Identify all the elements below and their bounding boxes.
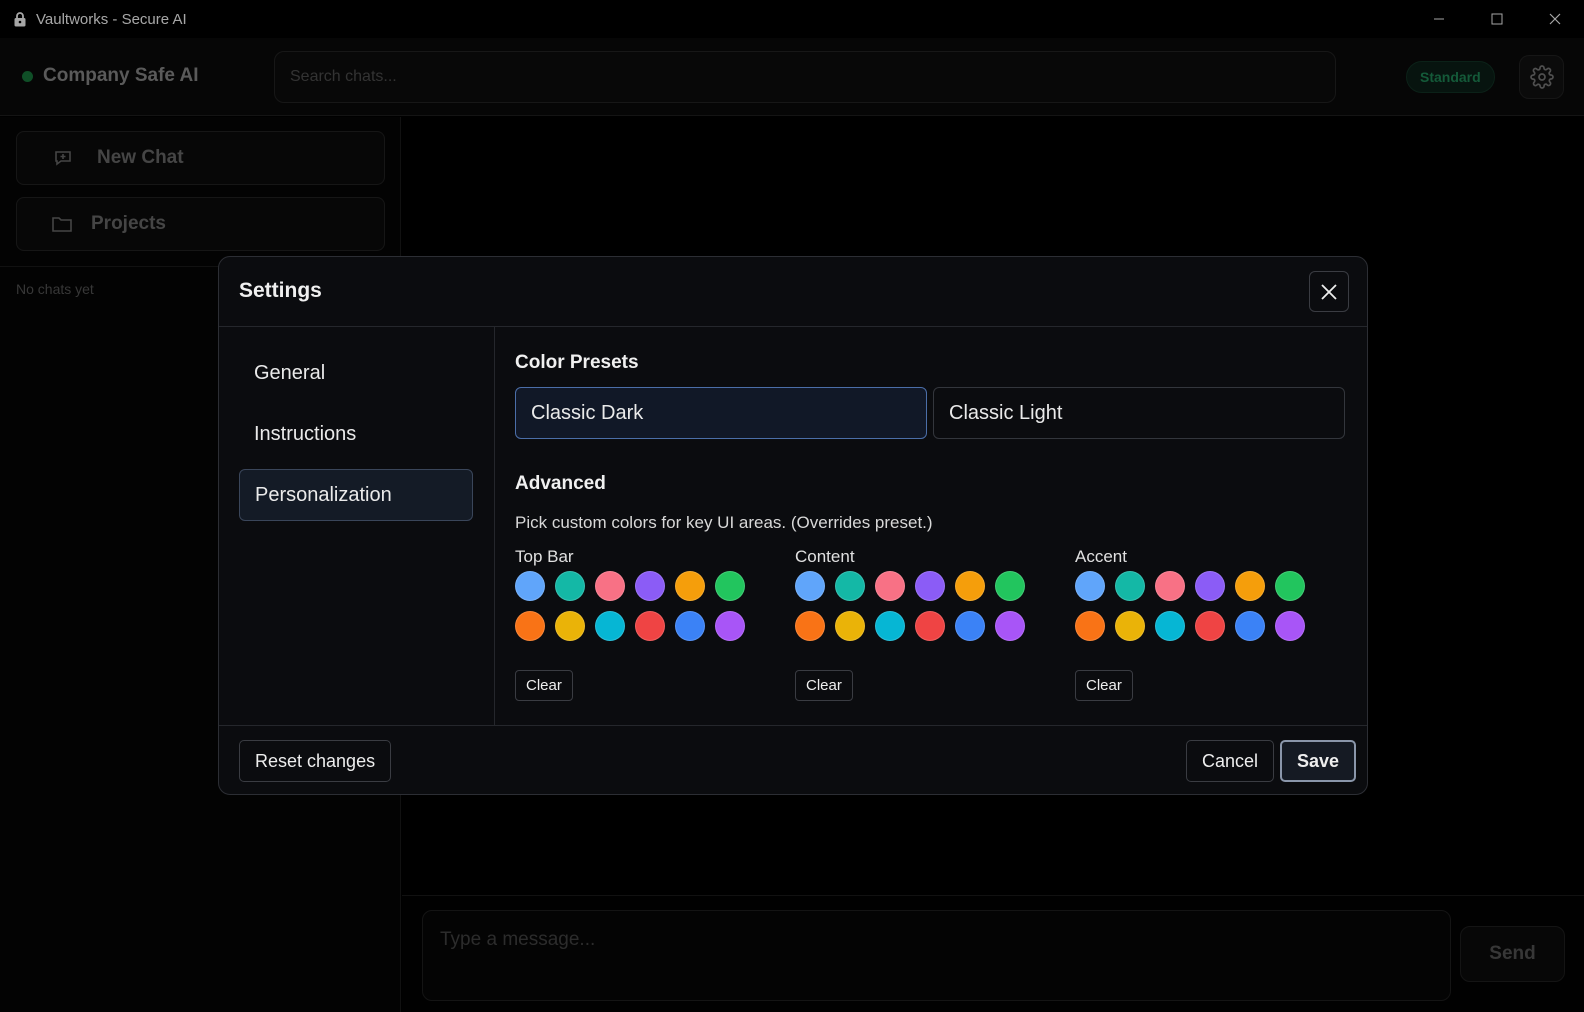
color-swatch[interactable]: [795, 611, 825, 641]
preset-classic-dark[interactable]: Classic Dark: [515, 387, 927, 439]
color-group-top-bar: Top Bar Clear: [515, 547, 765, 717]
color-swatch[interactable]: [875, 611, 905, 641]
nav-personalization[interactable]: Personalization: [239, 469, 473, 521]
color-swatch[interactable]: [795, 571, 825, 601]
color-swatch[interactable]: [515, 571, 545, 601]
nav-instructions[interactable]: Instructions: [239, 408, 473, 460]
group-label: Top Bar: [515, 547, 574, 566]
close-dialog-button[interactable]: [1309, 271, 1349, 312]
advanced-description: Pick custom colors for key UI areas. (Ov…: [515, 513, 933, 532]
clear-content-button[interactable]: Clear: [795, 670, 853, 701]
color-presets-heading: Color Presets: [515, 352, 639, 373]
color-swatch[interactable]: [675, 611, 705, 641]
dialog-footer: Reset changes Cancel Save: [219, 725, 1367, 794]
preset-classic-light[interactable]: Classic Light: [933, 387, 1345, 439]
color-swatch[interactable]: [1275, 571, 1305, 601]
color-swatch[interactable]: [1195, 611, 1225, 641]
color-swatch[interactable]: [875, 571, 905, 601]
color-swatch[interactable]: [1075, 611, 1105, 641]
color-group-content: Content Clear: [795, 547, 1045, 717]
color-swatch[interactable]: [915, 571, 945, 601]
group-label: Content: [795, 547, 855, 566]
dialog-title: Settings: [239, 279, 322, 302]
nav-general[interactable]: General: [239, 347, 473, 399]
settings-nav: General Instructions Personalization: [219, 327, 495, 725]
settings-dialog: Settings General Instructions Personaliz…: [218, 256, 1368, 795]
color-swatch[interactable]: [1235, 571, 1265, 601]
reset-changes-button[interactable]: Reset changes: [239, 740, 392, 782]
color-swatch[interactable]: [955, 611, 985, 641]
color-swatch[interactable]: [515, 611, 545, 641]
color-swatch[interactable]: [715, 611, 745, 641]
color-swatch[interactable]: [1275, 611, 1305, 641]
group-label: Accent: [1075, 547, 1127, 566]
color-swatch[interactable]: [1075, 571, 1105, 601]
color-swatch[interactable]: [835, 611, 865, 641]
clear-accent-button[interactable]: Clear: [1075, 670, 1133, 701]
color-swatch[interactable]: [1155, 571, 1185, 601]
advanced-heading: Advanced: [515, 473, 606, 494]
color-swatch[interactable]: [675, 571, 705, 601]
color-swatch[interactable]: [1195, 571, 1225, 601]
color-swatch[interactable]: [835, 571, 865, 601]
personalization-panel: Color Presets Classic Dark Classic Light…: [495, 327, 1367, 725]
color-swatch[interactable]: [915, 611, 945, 641]
close-icon: [1321, 283, 1337, 300]
color-swatch[interactable]: [555, 611, 585, 641]
color-swatch[interactable]: [1115, 611, 1145, 641]
color-swatch[interactable]: [955, 571, 985, 601]
color-swatch[interactable]: [715, 571, 745, 601]
save-button[interactable]: Save: [1280, 740, 1357, 782]
dialog-header: Settings: [219, 257, 1367, 327]
color-group-accent: Accent Clear: [1075, 547, 1325, 717]
color-swatch[interactable]: [635, 611, 665, 641]
clear-top-bar-button[interactable]: Clear: [515, 670, 573, 701]
color-swatch[interactable]: [635, 571, 665, 601]
color-swatch[interactable]: [995, 611, 1025, 641]
color-swatch[interactable]: [1235, 611, 1265, 641]
color-swatch[interactable]: [1155, 611, 1185, 641]
color-swatch[interactable]: [555, 571, 585, 601]
color-swatch[interactable]: [595, 611, 625, 641]
color-swatch[interactable]: [1115, 571, 1145, 601]
color-swatch[interactable]: [595, 571, 625, 601]
cancel-button[interactable]: Cancel: [1186, 740, 1275, 782]
color-swatch[interactable]: [995, 571, 1025, 601]
